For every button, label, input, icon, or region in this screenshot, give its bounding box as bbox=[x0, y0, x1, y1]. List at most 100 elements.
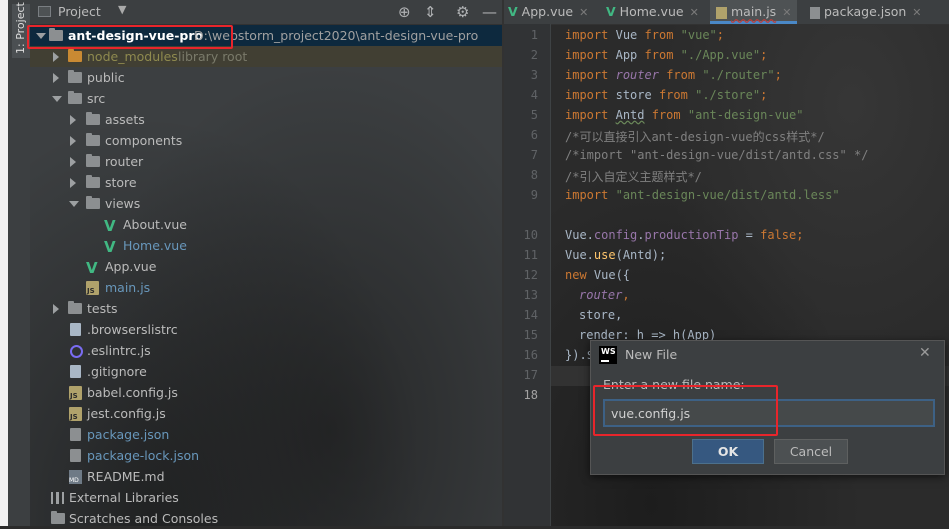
tree-row-home-vue[interactable]: V Home.vue bbox=[30, 235, 502, 256]
line-number: 12 bbox=[523, 268, 538, 282]
tree-row-node-modules[interactable]: node_modules library root bbox=[30, 46, 502, 67]
code-line[interactable]: import Vue from "vue"; bbox=[565, 28, 724, 42]
line-number: 5 bbox=[530, 108, 538, 122]
scratches-icon bbox=[51, 511, 65, 524]
tree-item-label: App.vue bbox=[105, 259, 157, 274]
close-icon[interactable]: ✕ bbox=[912, 6, 921, 19]
cancel-button[interactable]: Cancel bbox=[774, 439, 848, 464]
tree-row-browserslistrc[interactable]: .browserslistrc bbox=[30, 319, 502, 340]
code-line[interactable]: /*可以直接引入ant-design-vue的css样式*/ bbox=[565, 128, 825, 145]
tree-row-public[interactable]: public bbox=[30, 67, 502, 88]
tab-package-json[interactable]: package.json ✕ bbox=[810, 0, 922, 24]
gear-icon[interactable]: ⚙ bbox=[456, 3, 469, 21]
close-icon[interactable]: ✕ bbox=[690, 6, 699, 19]
tree-item-label: components bbox=[105, 133, 183, 148]
eslint-icon bbox=[70, 345, 83, 358]
code-line[interactable]: import router from "./router"; bbox=[565, 68, 782, 82]
expand-arrow-icon[interactable] bbox=[52, 96, 62, 102]
tree-item-label: jest.config.js bbox=[87, 406, 166, 421]
tree-item-label: node_modules bbox=[87, 49, 178, 64]
code-line[interactable]: new Vue({ bbox=[565, 268, 630, 282]
tab-label: App.vue bbox=[521, 4, 574, 19]
tab-main-js[interactable]: main.js ✕ bbox=[710, 0, 798, 24]
tree-row-package-json[interactable]: package.json bbox=[30, 424, 502, 445]
folder-icon bbox=[86, 112, 100, 125]
strip-edge bbox=[0, 0, 8, 526]
tree-item-label: src bbox=[87, 91, 106, 106]
js-file-icon bbox=[69, 386, 82, 400]
code-line[interactable]: Vue.config.productionTip = false; bbox=[565, 228, 803, 242]
tree-item-label: README.md bbox=[87, 469, 165, 484]
tree-row-views[interactable]: views bbox=[30, 193, 502, 214]
expand-arrow-icon[interactable] bbox=[70, 136, 76, 146]
folder-icon bbox=[86, 154, 100, 167]
chevron-down-icon[interactable]: ▼ bbox=[118, 3, 126, 16]
library-icon bbox=[51, 492, 64, 504]
code-line[interactable]: store, bbox=[579, 308, 622, 322]
tree-row-external-libraries[interactable]: External Libraries bbox=[30, 487, 502, 508]
vue-file-icon: V bbox=[86, 259, 98, 277]
root-project-path: D:\webstorm_project2020\ant-design-vue-p… bbox=[194, 28, 479, 43]
webstorm-logo-icon: WS bbox=[599, 346, 617, 364]
tree-row-babel-config[interactable]: babel.config.js bbox=[30, 382, 502, 403]
line-number: 2 bbox=[530, 48, 538, 62]
code-line[interactable]: /*引入自定义主题样式*/ bbox=[565, 168, 702, 185]
expand-arrow-icon[interactable] bbox=[53, 73, 59, 83]
tree-row-router[interactable]: router bbox=[30, 151, 502, 172]
close-icon[interactable]: ✕ bbox=[579, 6, 588, 19]
tree-row-assets[interactable]: assets bbox=[30, 109, 502, 130]
expand-arrow-icon[interactable] bbox=[53, 52, 59, 62]
expand-arrow-icon[interactable] bbox=[69, 201, 79, 207]
tree-row-main-js[interactable]: main.js bbox=[30, 277, 502, 298]
js-file-icon bbox=[69, 407, 82, 421]
collapse-all-icon[interactable]: ⇕ bbox=[424, 3, 437, 21]
tree-item-label: tests bbox=[87, 301, 118, 316]
tree-item-label: main.js bbox=[105, 280, 151, 295]
tree-item-label: views bbox=[105, 196, 141, 211]
expand-arrow-icon[interactable] bbox=[70, 178, 76, 188]
tree-row-package-lock-json[interactable]: package-lock.json bbox=[30, 445, 502, 466]
line-number: 1 bbox=[530, 28, 538, 42]
tree-item-label: .eslintrc.js bbox=[87, 343, 151, 358]
expand-arrow-icon[interactable] bbox=[70, 157, 76, 167]
tree-row-tests[interactable]: tests bbox=[30, 298, 502, 319]
code-line[interactable]: import "ant-design-vue/dist/antd.less" bbox=[565, 188, 840, 202]
annotation-box-root bbox=[27, 25, 233, 49]
tree-row-about-vue[interactable]: V About.vue bbox=[30, 214, 502, 235]
line-number: 18 bbox=[523, 388, 538, 402]
tree-row-jest-config[interactable]: jest.config.js bbox=[30, 403, 502, 424]
project-panel-title[interactable]: Project bbox=[58, 4, 101, 19]
code-line[interactable]: import store from "./store"; bbox=[565, 88, 767, 102]
tree-row-readme[interactable]: README.md bbox=[30, 466, 502, 487]
code-line[interactable]: import Antd from "ant-design-vue" bbox=[565, 108, 803, 122]
code-line[interactable]: Vue.use(Antd); bbox=[565, 248, 666, 262]
line-number: 11 bbox=[523, 248, 538, 262]
library-root-hint: library root bbox=[178, 49, 248, 64]
tab-app-vue[interactable]: V App.vue ✕ bbox=[508, 0, 588, 24]
tree-row-gitignore[interactable]: .gitignore bbox=[30, 361, 502, 382]
tree-item-label: public bbox=[87, 70, 125, 85]
hide-panel-icon[interactable]: — bbox=[482, 3, 497, 21]
vue-file-icon: V bbox=[104, 217, 116, 235]
close-icon[interactable]: ✕ bbox=[919, 345, 931, 361]
expand-arrow-icon[interactable] bbox=[53, 304, 59, 314]
code-line[interactable]: router, bbox=[579, 288, 630, 302]
tab-home-vue[interactable]: V Home.vue ✕ bbox=[606, 0, 699, 24]
code-line[interactable]: import App from "./App.vue"; bbox=[565, 48, 767, 62]
line-number: 7 bbox=[530, 148, 538, 162]
tree-item-label: About.vue bbox=[123, 217, 187, 232]
code-line[interactable]: /*import "ant-design-vue/dist/antd.css" … bbox=[565, 148, 868, 162]
close-icon[interactable]: ✕ bbox=[782, 6, 791, 19]
tree-row-store[interactable]: store bbox=[30, 172, 502, 193]
folder-icon bbox=[68, 49, 82, 62]
line-number: 17 bbox=[523, 368, 538, 382]
tree-row-eslintrc[interactable]: .eslintrc.js bbox=[30, 340, 502, 361]
expand-arrow-icon[interactable] bbox=[70, 115, 76, 125]
tree-row-src[interactable]: src bbox=[30, 88, 502, 109]
line-number: 15 bbox=[523, 328, 538, 342]
tree-row-components[interactable]: components bbox=[30, 130, 502, 151]
tree-row-app-vue[interactable]: V App.vue bbox=[30, 256, 502, 277]
locate-file-icon[interactable]: ⊕ bbox=[398, 3, 411, 21]
ok-button[interactable]: OK bbox=[692, 439, 764, 464]
tree-item-label: assets bbox=[105, 112, 145, 127]
